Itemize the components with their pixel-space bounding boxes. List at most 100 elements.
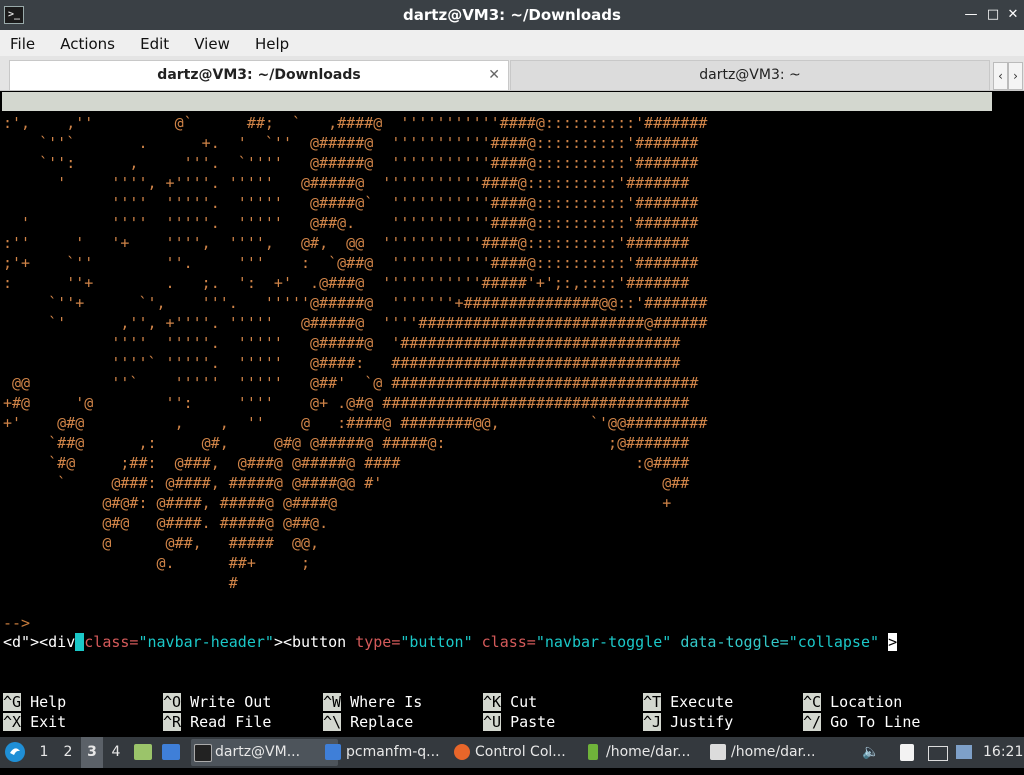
- shortcut-write-out[interactable]: ^O Write Out: [163, 692, 271, 712]
- shortcut-read-file[interactable]: ^R Read File: [163, 712, 271, 732]
- file-manager-launcher-icon[interactable]: [134, 737, 156, 768]
- feather-editor-icon: [710, 744, 726, 760]
- shortcut-label: Paste: [510, 713, 556, 731]
- terminal-scrollbar[interactable]: [994, 91, 1024, 737]
- tab-downloads[interactable]: dartz@VM3: ~/Downloads ✕: [9, 60, 509, 90]
- workspace-1[interactable]: 1: [33, 737, 55, 768]
- code-seg: "button": [400, 633, 473, 651]
- comment-end: -->: [3, 614, 31, 632]
- code-seg: <div: [39, 633, 76, 651]
- code-seg: class=: [472, 633, 536, 651]
- ascii-art-line: `#@ ;##: @###, @###@ @#####@ #### :@####: [48, 454, 690, 472]
- ascii-art-line: `'': , '''. `'''' @#####@ '''''''''''###…: [39, 154, 699, 172]
- ascii-art-line: @. ##+ ;: [156, 554, 311, 572]
- shortcut-key: ^K: [483, 693, 502, 711]
- task-feather-editor[interactable]: /home/dar...: [707, 739, 853, 766]
- shortcut-where-is[interactable]: ^W Where Is: [323, 692, 422, 712]
- ascii-art-line: ''''` '''''. ''''' @####: ##############…: [111, 354, 681, 372]
- shortcut-key: ^U: [483, 713, 502, 731]
- shortcut-key: ^/: [803, 713, 822, 731]
- taskbar: 1 2 3 4 dartz@VM... pcmanfm-q... Control…: [0, 737, 1024, 768]
- window-titlebar: >_ dartz@VM3: ~/Downloads — □ ✕: [0, 0, 1024, 30]
- task-label: Control Col...: [475, 744, 566, 760]
- tab-close-icon[interactable]: ✕: [488, 61, 500, 90]
- tab-bar: dartz@VM3: ~/Downloads ✕ dartz@VM3: ~ ‹ …: [0, 56, 1024, 91]
- ascii-art-line: `''` . +. ' `'' @#####@ '''''''''''####@…: [39, 134, 699, 152]
- folder-icon: [325, 744, 341, 760]
- tab-scroll-left-icon[interactable]: ‹: [993, 62, 1008, 90]
- ascii-art-line: : ''+ . ;. ': +' .@###@ '''''''''''#####…: [3, 274, 690, 292]
- ascii-art-line: +' @#@ , , '' @ :####@ ########@@, `'@@#…: [3, 414, 708, 432]
- shortcut-key: ^\: [323, 713, 342, 731]
- line-continues-marker: >: [888, 633, 898, 651]
- minimize-icon[interactable]: —: [962, 6, 980, 24]
- ascii-art-line: '''' '''''. ''''' @#####@ '#############…: [111, 334, 681, 352]
- shortcut-replace[interactable]: ^\ Replace: [323, 712, 413, 732]
- code-seg: data-toggle=: [671, 633, 789, 651]
- close-icon[interactable]: ✕: [1004, 6, 1022, 24]
- shortcut-key: ^R: [163, 713, 182, 731]
- code-seg: <d">: [3, 633, 40, 651]
- ascii-art-line: ;'+ `'' ''. ''' : `@##@ '''''''''''####@…: [3, 254, 699, 272]
- network-icon[interactable]: [956, 737, 976, 768]
- shortcut-cut[interactable]: ^K Cut: [483, 692, 537, 712]
- terminal-area[interactable]: GNU nano 6.2 /var/www/html/index.html :'…: [0, 91, 994, 737]
- ascii-art-line: :', ,'' @` ##; ` ,####@ '''''''''''####@…: [3, 114, 708, 132]
- ascii-art-line: ' '''' '''''. ''''' @##@. '''''''''''###…: [21, 214, 699, 232]
- workspace-4[interactable]: 4: [105, 737, 127, 768]
- menu-edit[interactable]: Edit: [130, 30, 169, 53]
- shortcut-paste[interactable]: ^U Paste: [483, 712, 555, 732]
- task-label: dartz@VM...: [215, 744, 301, 760]
- code-seg: "navbar-toggle": [535, 633, 672, 651]
- shortcut-label: Cut: [510, 693, 538, 711]
- task-pcmanfm[interactable]: pcmanfm-q...: [322, 739, 468, 766]
- ascii-art-line: '''' '''''. ''''' @####@` '''''''''''###…: [111, 194, 699, 212]
- shortcut-label: Replace: [350, 713, 414, 731]
- shortcut-justify[interactable]: ^J Justify: [643, 712, 733, 732]
- shortcut-label: Write Out: [190, 693, 272, 711]
- menubar: File Actions Edit View Help: [0, 30, 1024, 56]
- terminal-icon: [194, 744, 212, 762]
- volume-icon[interactable]: 🔈: [862, 737, 882, 768]
- shortcut-key: ^X: [3, 713, 22, 731]
- shortcut-label: Location: [830, 693, 903, 711]
- shortcut-key: ^T: [643, 693, 662, 711]
- task-firefox[interactable]: Control Col...: [451, 739, 601, 766]
- workspace-3[interactable]: 3: [81, 737, 103, 768]
- menu-view[interactable]: View: [184, 30, 230, 53]
- ascii-art-line: :'' ' '+ '''', '''', @#, @@ '''''''''''#…: [3, 234, 690, 252]
- shortcut-location[interactable]: ^C Location: [803, 692, 902, 712]
- tab-label: dartz@VM3: ~: [699, 67, 801, 83]
- task-terminal[interactable]: dartz@VM...: [191, 739, 338, 766]
- code-seg: class=: [84, 633, 139, 651]
- start-menu-icon[interactable]: [4, 737, 28, 768]
- shortcut-help[interactable]: ^G Help: [3, 692, 66, 712]
- ascii-art-line: @@ ''` ''''' ''''' @##' `@ #############…: [12, 374, 699, 392]
- shortcut-exit[interactable]: ^X Exit: [3, 712, 66, 732]
- task-label: /home/dar...: [731, 744, 816, 760]
- tab-home[interactable]: dartz@VM3: ~: [510, 60, 990, 91]
- menu-help[interactable]: Help: [245, 30, 289, 53]
- code-seg: "navbar-header": [138, 633, 274, 651]
- shortcut-label: Justify: [670, 713, 734, 731]
- shortcut-execute[interactable]: ^T Execute: [643, 692, 733, 712]
- shortcut-label: Exit: [30, 713, 67, 731]
- workspace-2[interactable]: 2: [57, 737, 79, 768]
- task-label: pcmanfm-q...: [346, 744, 440, 760]
- shortcut-key: ^O: [163, 693, 182, 711]
- tab-scroll-right-icon[interactable]: ›: [1008, 62, 1023, 90]
- maximize-icon[interactable]: □: [984, 6, 1002, 24]
- nano-header: GNU nano 6.2 /var/www/html/index.html: [2, 92, 992, 148]
- code-seg: ><button: [273, 633, 356, 651]
- keyboard-icon[interactable]: [928, 737, 948, 768]
- ascii-art-line: `' ,'', +''''. ''''' @#####@ ''''#######…: [48, 314, 708, 332]
- menu-actions[interactable]: Actions: [50, 30, 115, 53]
- code-line[interactable]: <d"><div class="navbar-header"><button t…: [3, 632, 898, 652]
- shortcut-label: Help: [30, 693, 67, 711]
- ascii-art-line: @ @##, ##### @@,: [102, 534, 320, 552]
- clipboard-icon[interactable]: [900, 737, 920, 768]
- show-desktop-icon[interactable]: [162, 737, 184, 768]
- code-seg: "collapse": [788, 633, 880, 651]
- shortcut-go-to-line[interactable]: ^/ Go To Line: [803, 712, 920, 732]
- menu-file[interactable]: File: [0, 30, 35, 53]
